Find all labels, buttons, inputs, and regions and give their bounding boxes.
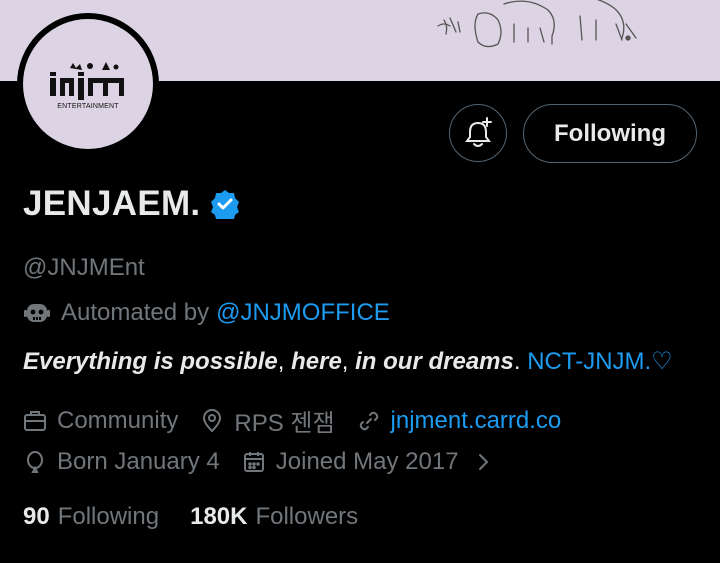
chevron-right-icon xyxy=(478,454,488,470)
location-text: RPS 젠잼 xyxy=(234,410,335,437)
profile-stats: 90 Following 180K Followers xyxy=(23,503,389,531)
followers-label: Followers xyxy=(255,503,359,530)
joined-item[interactable]: Joined May 2017 xyxy=(242,448,505,476)
avatar-logo: ENTERTAINMENT xyxy=(23,19,153,149)
profile-bio: Everything is possible, here, in our dre… xyxy=(23,347,673,376)
profile-meta-row: Community RPS 젠잼 jnjment.carrd.co xyxy=(23,403,583,438)
bio-separator: , xyxy=(277,348,292,375)
logo-subtitle: ENTERTAINMENT xyxy=(57,103,119,110)
link-icon xyxy=(359,411,378,430)
location-pin-icon xyxy=(203,408,222,432)
bio-link[interactable]: NCT-JNJM.♡ xyxy=(527,348,673,375)
display-name: JENJAEM. xyxy=(23,184,201,223)
website-link[interactable]: jnjment.carrd.co xyxy=(391,407,562,435)
profile-avatar[interactable]: ENTERTAINMENT xyxy=(17,13,159,155)
joined-text: Joined May 2017 xyxy=(275,448,459,475)
automated-by-link[interactable]: @JNJMOFFICE xyxy=(216,299,390,327)
robot-icon xyxy=(23,299,51,327)
category-item: Community xyxy=(23,407,178,435)
bio-text: in our dreams xyxy=(355,348,514,375)
birthday-item: Born January 4 xyxy=(23,448,220,476)
automated-by-text: Automated by xyxy=(61,299,210,326)
followers-count: 180K xyxy=(190,503,248,530)
banner-illustration xyxy=(437,0,637,48)
following-button[interactable]: Following xyxy=(523,104,697,163)
birthday-text: Born January 4 xyxy=(57,448,220,475)
bio-separator: . xyxy=(513,348,528,375)
followers-count-link[interactable]: 180K Followers xyxy=(190,503,358,531)
jnjm-logo-mark xyxy=(50,62,124,100)
profile-meta-row: Born January 4 Joined May 2017 xyxy=(23,448,527,476)
automated-label-row: Automated by @JNJMOFFICE xyxy=(23,299,390,327)
bio-text: here xyxy=(291,348,342,375)
briefcase-icon xyxy=(24,410,46,431)
balloon-icon xyxy=(27,450,43,473)
bio-separator: , xyxy=(341,348,356,375)
following-count: 90 xyxy=(23,503,50,530)
website-item: jnjment.carrd.co xyxy=(357,407,562,435)
category-text: Community xyxy=(57,406,179,434)
following-count-link[interactable]: 90 Following xyxy=(23,503,159,531)
bell-plus-icon xyxy=(465,117,492,147)
verified-badge-icon[interactable] xyxy=(210,189,240,219)
following-label: Following xyxy=(57,503,160,530)
notifications-button[interactable] xyxy=(449,104,507,162)
profile-name-row: JENJAEM. xyxy=(23,184,240,224)
bio-text: Everything is possible xyxy=(23,348,278,375)
profile-handle: @JNJMEnt xyxy=(23,254,145,281)
location-item: RPS 젠잼 xyxy=(200,403,335,438)
calendar-icon xyxy=(243,452,264,472)
